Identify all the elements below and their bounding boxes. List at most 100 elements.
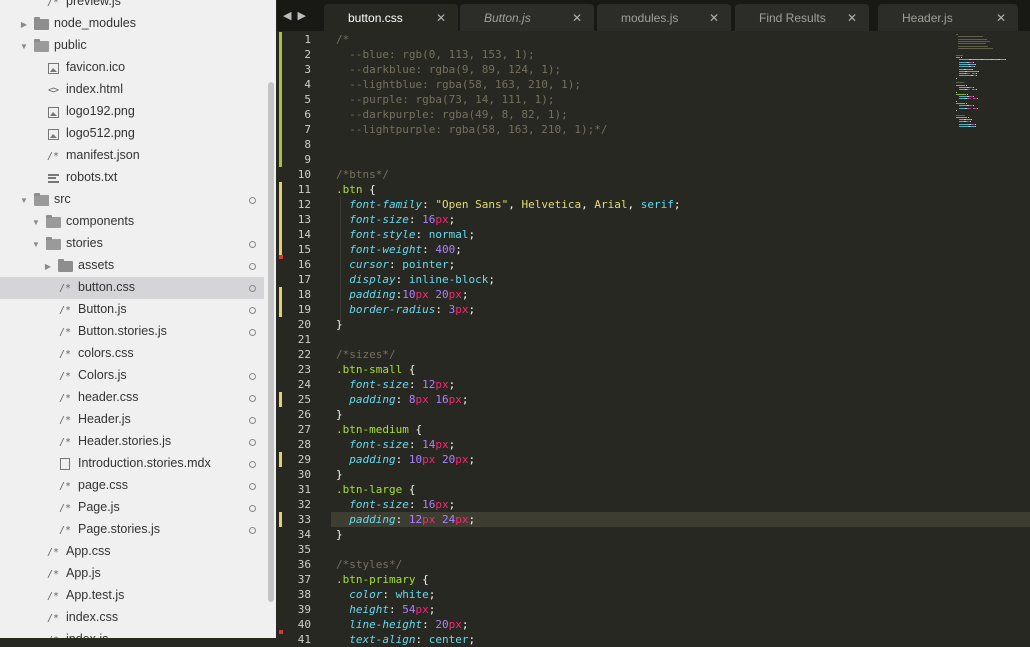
sidebar-file[interactable]: /* Page.stories.js (0, 519, 264, 541)
code-line: .btn-large { (336, 482, 415, 497)
sidebar-file[interactable]: /* manifest.json (0, 145, 264, 167)
code-token: --darkpurple: rgba(49, 8, 82, 1); (336, 108, 568, 121)
document-file-icon (57, 457, 73, 471)
code-token: 16 (422, 498, 436, 511)
tab-nav-arrows: ◀ ▶ (283, 0, 306, 31)
minimap-line (969, 98, 971, 100)
code-token: serif (640, 198, 674, 211)
sidebar-file[interactable]: /* button.css (0, 277, 264, 299)
tab-close-icon[interactable]: ✕ (847, 11, 857, 25)
minimap-line (959, 105, 967, 107)
code-token: /* (336, 33, 350, 46)
code-token: : (389, 603, 403, 616)
tab-back-arrow-icon[interactable]: ◀ (283, 9, 291, 22)
line-number: 13 (297, 213, 311, 226)
source-file-icon: /* (46, 150, 60, 162)
code-token: .btn-primary (336, 573, 416, 586)
code-token: 16 (435, 393, 449, 406)
code-token: ; (428, 588, 436, 601)
sidebar-file[interactable]: robots.txt (0, 167, 264, 189)
tab-close-icon[interactable]: ✕ (996, 11, 1006, 25)
sidebar-folder[interactable]: ▼ src (0, 189, 264, 211)
sidebar-file[interactable]: /* Colors.js (0, 365, 264, 387)
tab-label: modules.js (621, 10, 679, 25)
code-token: { (402, 363, 416, 376)
editor-tab[interactable]: modules.js ✕ (597, 4, 731, 31)
sidebar-file[interactable]: /* App.css (0, 541, 264, 563)
minimap-line (956, 100, 957, 102)
minimap-line (976, 73, 977, 75)
code-token: , (581, 198, 595, 211)
unsaved-status-dot-icon (249, 483, 256, 490)
code-line: /*styles*/ (336, 557, 402, 572)
sidebar-file[interactable]: /* colors.css (0, 343, 264, 365)
editor-tab[interactable]: button.css ✕ (324, 4, 458, 31)
sidebar-file[interactable]: /* preview.js (0, 0, 264, 13)
minimap-line (956, 93, 966, 95)
minimap-line (975, 126, 976, 127)
minimap-line (956, 57, 960, 58)
editor-tab[interactable]: Button.js ✕ (460, 4, 594, 31)
line-number: 37 (297, 573, 311, 586)
disclosure-closed-icon[interactable]: ▶ (43, 261, 53, 271)
disclosure-open-icon[interactable]: ▼ (19, 195, 29, 205)
code-token: : (422, 618, 436, 631)
editor-tab[interactable]: Find Results ✕ (735, 4, 869, 31)
code-token: : (408, 438, 423, 451)
source-file-icon: /* (58, 436, 72, 448)
disclosure-open-icon[interactable]: ▼ (31, 239, 41, 249)
sidebar-folder[interactable]: ▶ assets (0, 255, 264, 277)
code-token: : (395, 513, 409, 526)
sidebar-file[interactable]: logo192.png (0, 101, 264, 123)
sidebar-item-label: App.js (66, 566, 101, 580)
disclosure-open-icon[interactable]: ▼ (31, 217, 41, 227)
sidebar-file[interactable]: /* Page.js (0, 497, 264, 519)
sidebar-file[interactable]: /* index.css (0, 607, 264, 629)
sidebar-folder[interactable]: ▼ public (0, 35, 264, 57)
code-token: : (389, 258, 403, 271)
editor-tab[interactable]: Header.js ✕ (878, 4, 1018, 31)
sidebar-file[interactable]: <> index.html (0, 79, 264, 101)
line-number: 21 (297, 333, 311, 346)
minimap-line (974, 66, 975, 68)
source-file-icon: /* (58, 304, 72, 316)
code-line: font-size: 16px; (336, 497, 455, 512)
sidebar-file[interactable]: /* Button.stories.js (0, 321, 264, 343)
code-token: font-family (349, 198, 423, 211)
sidebar-file[interactable]: logo512.png (0, 123, 264, 145)
sidebar-file[interactable]: /* header.css (0, 387, 264, 409)
sidebar-folder[interactable]: ▼ components (0, 211, 264, 233)
sidebar-file[interactable]: /* page.css (0, 475, 264, 497)
tab-close-icon[interactable]: ✕ (436, 11, 446, 25)
unsaved-status-dot-icon (249, 527, 256, 534)
source-file-icon: /* (45, 633, 61, 639)
minimap[interactable] (950, 34, 1030, 144)
sidebar-file[interactable]: favicon.ico (0, 57, 264, 79)
sidebar-file[interactable]: /* index.js (0, 629, 264, 638)
sidebar-file[interactable]: /* Header.stories.js (0, 431, 264, 453)
sidebar-file[interactable]: /* App.test.js (0, 585, 264, 607)
disclosure-open-icon[interactable]: ▼ (19, 41, 29, 51)
code-token: 10 (402, 288, 416, 301)
sidebar-file[interactable]: /* App.js (0, 563, 264, 585)
line-number: 20 (297, 318, 311, 331)
tab-close-icon[interactable]: ✕ (709, 11, 719, 25)
sidebar-file[interactable]: Introduction.stories.mdx (0, 453, 264, 475)
sidebar-file[interactable]: /* Header.js (0, 409, 264, 431)
line-number: 28 (297, 438, 311, 451)
tab-close-icon[interactable]: ✕ (572, 11, 582, 25)
disclosure-closed-icon[interactable]: ▶ (19, 19, 29, 29)
code-token: Arial (594, 198, 628, 211)
sidebar-folder[interactable]: ▼ stories (0, 233, 264, 255)
minimap-line (976, 75, 977, 77)
tab-forward-arrow-icon[interactable]: ▶ (297, 9, 305, 22)
sidebar-file[interactable]: /* Button.js (0, 299, 264, 321)
minimap-line (956, 116, 967, 118)
code-token: 14 (422, 438, 436, 451)
sidebar-folder[interactable]: ▶ node_modules (0, 13, 264, 35)
code-token: px (435, 438, 449, 451)
